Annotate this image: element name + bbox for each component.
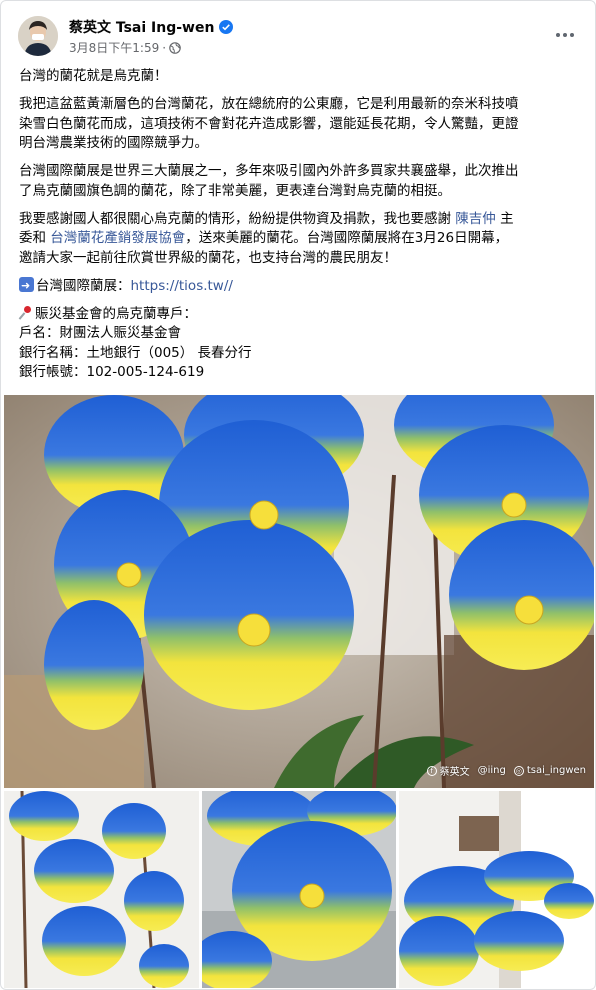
text-line: 邀請大家一起前往欣賞世界級的蘭花，也支持台灣的農民朋友！ [19, 249, 397, 266]
post-header: 蔡英文 Tsai Ing-wen 3月8日下午1:59 · [1, 1, 595, 63]
text-line: 我要感謝國人都很關心烏克蘭的情形，紛紛提供物資及捐款，我也要感謝 陳吉仲 主 [19, 210, 581, 230]
orchid-image [202, 791, 396, 988]
watermark-text: @iing [477, 765, 506, 776]
globe-icon[interactable] [169, 41, 181, 54]
text-line: 賑災基金會的烏克蘭專戶： [19, 305, 581, 325]
author-avatar[interactable] [18, 16, 58, 56]
verified-badge-icon [219, 20, 234, 34]
text-segment: 台灣國際蘭展： [36, 277, 131, 294]
post-timestamp[interactable]: 3月8日下午1:59 [69, 39, 159, 56]
text-line: 明台灣農業技術的國際競爭力。 [19, 135, 208, 151]
tios-link[interactable]: https://tios.tw// [131, 278, 233, 294]
right-arrow-icon [19, 276, 34, 295]
facebook-post: 蔡英文 Tsai Ing-wen 3月8日下午1:59 · 台灣的蘭花就是烏克蘭… [0, 0, 596, 990]
text-line: 銀行帳號：102-005-124-619 [19, 364, 205, 380]
text-segment: 我要感謝國人都很關心烏克蘭的情形，紛紛提供物資及捐款，我也要感謝 [19, 210, 456, 227]
paragraph-2: 我把這盆藍黃漸層色的台灣蘭花，放在總統府的公東廳，它是利用最新的奈米科技噴 染雪… [19, 95, 581, 154]
text-line: 我把這盆藍黃漸層色的台灣蘭花，放在總統府的公東廳，它是利用最新的奈米科技噴 [19, 96, 519, 112]
orchid-image [4, 791, 199, 988]
text-line: 了烏克蘭國旗色調的蘭花，除了非常美麗，更表達台灣對烏克蘭的相挺。 [19, 182, 451, 199]
orchid-photo-thumb-1[interactable] [4, 791, 199, 988]
pushpin-icon [19, 305, 33, 320]
orchid-image [399, 791, 594, 988]
text-line: 台灣國際蘭展是世界三大蘭展之一，多年來吸引國內外許多買家共襄盛舉，此次推出 [19, 163, 519, 179]
orchid-photo-thumb-3[interactable] [399, 791, 594, 988]
photo-watermark: f 蔡英文 @iing ◎ tsai_ingwen [426, 763, 586, 778]
text-segment: ，送來美麗的蘭花。台灣國際蘭展將在3月26日開幕， [185, 230, 509, 246]
paragraph-4: 我要感謝國人都很關心烏克蘭的情形，紛紛提供物資及捐款，我也要感謝 陳吉仲 主 委… [19, 210, 581, 269]
text-segment: 賑災基金會的烏克蘭專戶： [35, 305, 197, 322]
main-orchid-photo[interactable]: f 蔡英文 @iing ◎ tsai_ingwen [4, 395, 594, 788]
watermark-text: tsai_ingwen [526, 765, 586, 776]
meta-separator: · [162, 40, 167, 55]
text-segment: 委和 [19, 230, 51, 246]
dot-2 [563, 33, 567, 37]
author-name[interactable]: 蔡英文 Tsai Ing-wen [69, 17, 214, 37]
dot-3 [570, 33, 574, 37]
orchid-image [4, 395, 594, 788]
text-line: 染雪白色蘭花而成，這項技術不會對花卉造成影響，還能延長花期，令人驚豔，更證 [19, 115, 519, 132]
watermark-facebook: f 蔡英文 [426, 763, 470, 778]
watermark-threads: @iing [478, 763, 506, 778]
avatar-image [18, 16, 58, 56]
text-line: 戶名：財團法人賑災基金會 [19, 325, 181, 341]
paragraph-1: 台灣的蘭花就是烏克蘭！ [19, 67, 581, 87]
text-line: 銀行名稱：土地銀行（005） 長春分行 [19, 344, 252, 361]
post-meta: 3月8日下午1:59 · [69, 39, 181, 56]
text-segment: 主 [495, 210, 514, 227]
author-name-row: 蔡英文 Tsai Ing-wen [69, 17, 234, 37]
more-options-icon[interactable] [547, 21, 583, 49]
watermark-text: 蔡英文 [439, 767, 470, 778]
dot-1 [556, 33, 560, 37]
paragraph-6: 賑災基金會的烏克蘭專戶： 戶名：財團法人賑災基金會 銀行名稱：土地銀行（005）… [19, 305, 581, 383]
mention-link-orchid-association[interactable]: 台灣蘭花產銷發展協會 [50, 230, 185, 246]
orchid-photo-thumb-2[interactable] [202, 791, 396, 988]
facebook-icon: f [426, 765, 437, 776]
paragraph-3: 台灣國際蘭展是世界三大蘭展之一，多年來吸引國內外許多買家共襄盛舉，此次推出 了烏… [19, 162, 581, 201]
text-line: 台灣的蘭花就是烏克蘭！ [19, 68, 168, 84]
watermark-instagram: ◎ tsai_ingwen [513, 763, 586, 778]
text-line: 委和 台灣蘭花產銷發展協會，送來美麗的蘭花。台灣國際蘭展將在3月26日開幕， [19, 229, 581, 249]
paragraph-5: 台灣國際蘭展：https://tios.tw// [19, 276, 581, 297]
instagram-icon: ◎ [513, 765, 524, 776]
post-text: 台灣的蘭花就是烏克蘭！ 我把這盆藍黃漸層色的台灣蘭花，放在總統府的公東廳，它是利… [19, 67, 581, 391]
mention-link-chen-chi-chung[interactable]: 陳吉仲 [455, 211, 496, 227]
text-line: 台灣國際蘭展：https://tios.tw// [19, 276, 581, 297]
